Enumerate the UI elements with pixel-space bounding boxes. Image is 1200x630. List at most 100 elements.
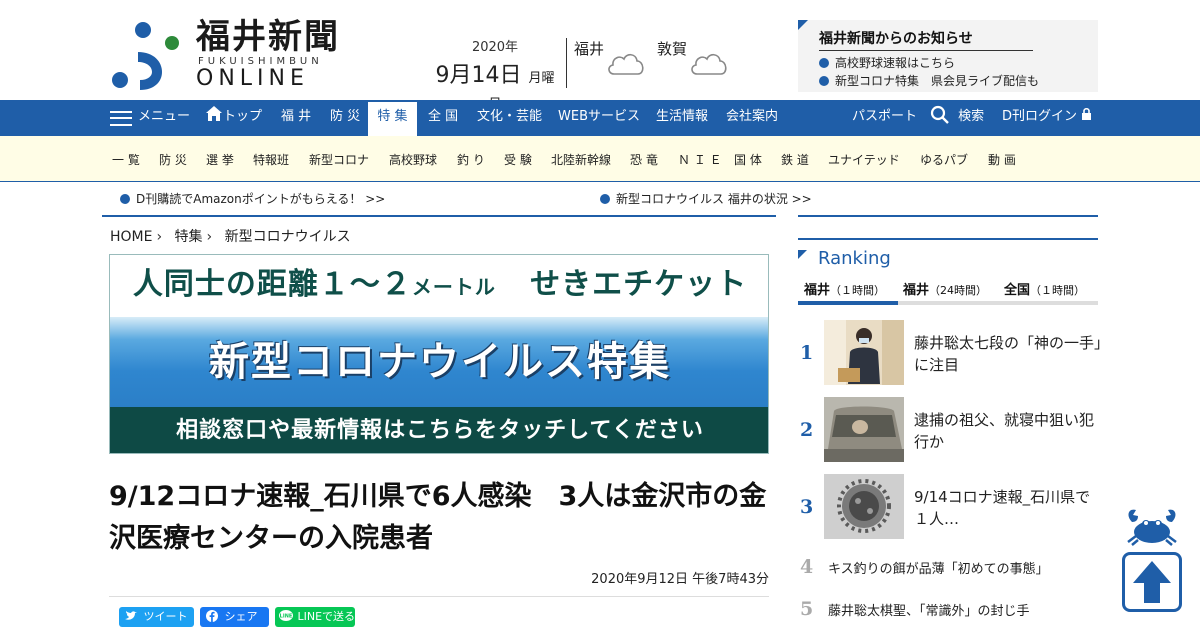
- corner-marker: [798, 250, 807, 259]
- notice-box: 福井新聞からのお知らせ 高校野球速報はこちら 新型コロナ特集 県会見ライブ配信も: [798, 20, 1098, 92]
- nav-item-top[interactable]: トップ: [205, 100, 262, 136]
- ranking-link[interactable]: 藤井聡太棋聖、「常識外」の封じ手: [828, 600, 1030, 619]
- passport-link[interactable]: パスポート: [852, 100, 917, 136]
- lock-icon: [1082, 107, 1092, 120]
- divider: [798, 215, 1098, 217]
- corona-special-banner[interactable]: 人同士の距離１～２メートル せきエチケット 新型コロナウイルス特集 相談窓口や最…: [109, 254, 769, 454]
- hamburger-icon[interactable]: [110, 111, 132, 126]
- subnav-item[interactable]: 受 験: [504, 151, 532, 168]
- ranking-thumbnail[interactable]: [824, 474, 904, 539]
- cloud-icon: [691, 53, 727, 75]
- ticker-link[interactable]: 新型コロナウイルス 福井の状況 >>: [600, 190, 812, 207]
- login-button[interactable]: D刊ログイン: [1002, 100, 1092, 136]
- ranking-link[interactable]: キス釣りの餌が品薄「初めての事態」: [828, 558, 1049, 577]
- ranking-tab[interactable]: 福井（１時間）: [804, 279, 885, 298]
- crab-mascot-icon: [1127, 509, 1177, 546]
- subnav-item[interactable]: 国 体: [734, 151, 762, 168]
- menu-button[interactable]: メニュー: [138, 100, 190, 136]
- nav-item-company[interactable]: 会社案内: [726, 100, 778, 136]
- sub-nav: 一 覧 防 災 選 挙 特報班 新型コロナ 高校野球 釣 り 受 験 北陸新幹線…: [0, 136, 1200, 182]
- nav-item-tokushu[interactable]: 特 集: [368, 100, 417, 136]
- rank-number: 5: [800, 598, 814, 620]
- subnav-item[interactable]: 新型コロナ: [309, 151, 369, 168]
- notice-link[interactable]: 高校野球速報はこちら: [819, 54, 955, 71]
- chevron-right-icon: ›: [206, 229, 213, 245]
- ranking-tab[interactable]: 福井（24時間）: [903, 279, 987, 298]
- corner-marker: [798, 20, 808, 30]
- subnav-item[interactable]: 特報班: [253, 151, 289, 168]
- divider: [102, 215, 776, 217]
- home-icon: [206, 106, 222, 121]
- ranking-tab[interactable]: 全国（１時間）: [1004, 279, 1085, 298]
- rank-number: 1: [800, 342, 814, 364]
- svg-text:LINE: LINE: [280, 614, 293, 620]
- twitter-share-button[interactable]: ツイート: [119, 607, 194, 627]
- ranking-link[interactable]: 逮捕の祖父、就寝中狙い犯行か: [914, 409, 1104, 453]
- site-header: 福井新聞 FUKUISHIMBUN ONLINE 2020年 9月14日 月曜日…: [0, 0, 1200, 112]
- site-logo[interactable]: 福井新聞 FUKUISHIMBUN ONLINE: [110, 18, 360, 92]
- arrow-up-icon: [1133, 561, 1171, 603]
- search-icon: [930, 105, 949, 124]
- logo-mark-icon: [112, 22, 179, 90]
- breadcrumb: HOME › 特集 › 新型コロナウイルス: [110, 226, 351, 246]
- subnav-item[interactable]: ユナイテッド: [828, 151, 900, 168]
- ranking-link[interactable]: 藤井聡太七段の「神の一手」に注目: [914, 332, 1104, 376]
- breadcrumb-item[interactable]: HOME: [110, 229, 152, 245]
- current-date: 2020年 9月14日 月曜日: [430, 36, 560, 112]
- subnav-item[interactable]: Ｎ Ｉ Ｅ: [678, 151, 722, 168]
- subnav-item[interactable]: 鉄 道: [781, 151, 809, 168]
- banner-top-text: 人同士の距離１～２メートル せきエチケット: [110, 255, 768, 317]
- line-share-button[interactable]: LINE LINEで送る: [275, 607, 355, 627]
- facebook-icon: [206, 610, 218, 622]
- ranking-thumbnail[interactable]: [824, 397, 904, 462]
- bullet-icon: [819, 76, 829, 86]
- date-year: 2020年: [471, 40, 519, 55]
- subnav-item[interactable]: 北陸新幹線: [551, 151, 611, 168]
- subnav-item[interactable]: ゆるパブ: [920, 151, 968, 168]
- rank-number: 3: [800, 496, 814, 518]
- subnav-item[interactable]: 釣 り: [457, 151, 485, 168]
- nav-item-life[interactable]: 生活情報: [656, 100, 708, 136]
- logo-text-jp: 福井新聞: [196, 17, 340, 57]
- subnav-item[interactable]: 恐 竜: [630, 151, 658, 168]
- rank-number: 2: [800, 419, 814, 441]
- subnav-item[interactable]: 選 挙: [206, 151, 234, 168]
- ranking-thumbnail[interactable]: [824, 320, 904, 385]
- twitter-icon: [125, 611, 137, 620]
- nav-item-zenkoku[interactable]: 全 国: [428, 100, 458, 136]
- breadcrumb-item[interactable]: 新型コロナウイルス: [225, 229, 351, 245]
- ranking-title: Ranking: [818, 248, 891, 269]
- search-button[interactable]: 検索: [930, 100, 984, 136]
- article-headline: 9/12コロナ速報_石川県で6人感染 3人は金沢市の金沢医療センターの入院患者: [109, 481, 767, 554]
- nav-item-bousai[interactable]: 防 災: [330, 100, 360, 136]
- nav-item-culture[interactable]: 文化・芸能: [477, 100, 542, 136]
- line-icon: LINE: [279, 610, 293, 621]
- subnav-item[interactable]: 防 災: [159, 151, 187, 168]
- notice-link[interactable]: 新型コロナ特集 県会見ライブ配信も: [819, 72, 1039, 89]
- banner-bottom-text: 相談窓口や最新情報はこちらをタッチしてください: [110, 407, 768, 453]
- photo-police-car: [824, 397, 904, 462]
- divider: [109, 596, 769, 597]
- ranking-link[interactable]: 9/14コロナ速報_石川県で１人…: [914, 486, 1104, 530]
- facebook-share-button[interactable]: シェア: [200, 607, 269, 627]
- chevron-right-icon: ›: [156, 229, 163, 245]
- bullet-icon: [600, 194, 610, 204]
- banner-title: 新型コロナウイルス特集: [110, 317, 768, 407]
- subnav-item[interactable]: 一 覧: [112, 151, 140, 168]
- weather-tsuruga[interactable]: 敦賀: [657, 38, 737, 88]
- ranking-tab-indicator: [798, 301, 898, 305]
- subnav-item[interactable]: 高校野球: [389, 151, 437, 168]
- ticker-link[interactable]: D刊購読でAmazonポイントがもらえる！ >>: [120, 190, 385, 207]
- bullet-icon: [819, 58, 829, 68]
- rank-number: 4: [800, 556, 814, 578]
- article-date: 2020年9月12日 午後7時43分: [591, 572, 769, 587]
- breadcrumb-item[interactable]: 特集: [175, 229, 203, 245]
- photo-virus: [824, 474, 904, 539]
- back-to-top-button[interactable]: [1122, 552, 1182, 612]
- bullet-icon: [120, 194, 130, 204]
- subnav-item[interactable]: 動 画: [988, 151, 1016, 168]
- nav-item-web[interactable]: WEBサービス: [558, 100, 640, 136]
- logo-text-online: ONLINE: [196, 66, 309, 91]
- weather-fukui[interactable]: 福井: [574, 38, 654, 88]
- nav-item-fukui[interactable]: 福 井: [281, 100, 311, 136]
